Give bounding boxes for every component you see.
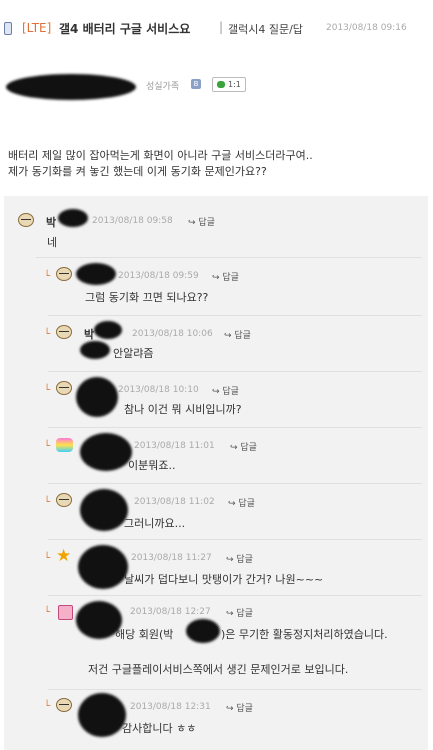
redacted-name [186,619,220,643]
commenter-name: 박 [84,328,95,341]
reply-link[interactable]: ↪ 답글 [212,384,239,397]
post-header: [LTE] 갤4 배터리 구글 서비스요 | 갤럭시4 질문/답 2013/08… [0,18,433,40]
doll-icon [58,605,73,620]
post-date: 2013/08/18 09:16 [326,23,407,33]
comment-date: 2013/08/18 10:06 [132,329,213,339]
author-class: 성실가족 [146,82,180,92]
redacted-name [58,209,88,227]
redacted-name [76,263,116,285]
reply-arrow-icon: └ [44,385,51,396]
network-tag: [LTE] [22,21,52,35]
class-badge-icon: B [191,79,201,89]
comment-item: └ 2013/08/18 11:02 ↪ 답글 그러니까요... [4,483,428,539]
reply-link[interactable]: ↪ 답글 [188,215,215,228]
post-title[interactable]: 갤4 배터리 구글 서비스요 [59,20,190,37]
reply-arrow-icon: └ [44,497,51,508]
reply-link[interactable]: ↪ 답글 [224,328,251,341]
post-body-line: 배터리 제일 많이 잡아먹는게 화면이 아니라 구글 서비스더라구여.. [8,149,313,162]
face-icon [56,698,72,712]
comment-item: └ ★ 2013/08/18 11:27 ↪ 답글 날씨가 덥다보니 맛탱이가 … [4,539,428,595]
comment-count-badge[interactable]: 1:1 [212,77,246,92]
comment-text: )은 무기한 활동정지처리하였습니다. [221,628,388,641]
comment-date: 2013/08/18 10:10 [118,385,199,395]
comment-date: 2013/08/18 09:59 [118,271,199,281]
post-body: 배터리 제일 많이 잡아먹는게 화면이 아니라 구글 서비스더라구여.. 제가 … [8,148,313,180]
comment-text: 네 [47,236,58,249]
comment-item: └ 2013/08/18 09:59 ↪ 답글 그럼 동기화 끄면 되나요?? [4,257,428,315]
comment-text: 참나 이건 뭐 시비입니까? [124,403,242,416]
reply-link[interactable]: ↪ 답글 [230,440,257,453]
reply-arrow-icon: └ [44,329,51,340]
redacted-name [80,489,128,531]
comment-item: 박 2013/08/18 09:58 ↪ 답글 네 [4,196,428,262]
comment-item: └ 박 2013/08/18 10:06 ↪ 답글 안알랴즘 [4,315,428,371]
comment-text: 안알랴즘 [113,347,154,360]
heart-icon [56,438,73,452]
comment-text: 이분뭐죠.. [128,459,176,472]
board-name[interactable]: 갤럭시4 질문/답 [228,21,303,37]
comment-text: 저건 구글플레이서비스쪽에서 생긴 문제인거로 보입니다. [88,663,349,676]
redacted-name [78,545,128,589]
redacted-name [80,433,132,471]
face-icon [56,325,72,339]
comment-date: 2013/08/18 12:27 [130,607,211,617]
comment-item: └ 2013/08/18 11:01 ↪ 답글 이분뭐죠.. [4,427,428,483]
reply-link[interactable]: ↪ 답글 [228,496,255,509]
comment-list: 박 2013/08/18 09:58 ↪ 답글 네 └ 2013/08/18 0… [4,196,428,750]
comment-item: └ 2013/08/18 12:31 ↪ 답글 감사합니다 ㅎㅎ [4,689,428,750]
comment-text: 날씨가 덥다보니 맛탱이가 간거? 나원~~~ [124,573,324,586]
redacted-name [80,341,110,359]
comment-text: 해당 회원(박 [115,628,174,641]
reply-arrow-icon: └ [44,271,51,282]
face-icon [56,267,72,281]
redacted-author-name [6,74,136,100]
reply-arrow-icon: └ [44,553,51,564]
mobile-phone-icon [4,22,12,35]
comment-date: 2013/08/18 12:31 [130,702,211,712]
reply-arrow-icon: └ [44,607,51,618]
reply-arrow-icon: └ [44,701,51,712]
comment-item: └ 2013/08/18 12:27 ↪ 답글 해당 회원(박 )은 무기한 활… [4,595,428,689]
speech-bubble-icon [217,81,225,88]
redacted-name [76,377,118,417]
reply-link[interactable]: ↪ 답글 [212,270,239,283]
reply-link[interactable]: ↪ 답글 [226,606,253,619]
comment-text: 그러니까요... [124,517,186,530]
face-icon [18,213,34,227]
comment-count: 1:1 [228,80,241,89]
commenter-name: 박 [46,216,57,229]
comment-date: 2013/08/18 09:58 [92,216,173,226]
comment-text: 감사합니다 ㅎㅎ [122,722,197,735]
redacted-name [94,321,122,339]
redacted-name [78,693,126,737]
comment-date: 2013/08/18 11:27 [131,553,212,563]
comment-text: 그럼 동기화 끄면 되나요?? [85,291,209,304]
comment-date: 2013/08/18 11:01 [134,441,215,451]
star-icon: ★ [56,546,72,566]
author-row: 성실가족 B 1:1 [0,70,433,100]
face-icon [56,381,72,395]
reply-link[interactable]: ↪ 답글 [226,701,253,714]
reply-link[interactable]: ↪ 답글 [226,552,253,565]
comment-date: 2013/08/18 11:02 [134,497,215,507]
face-icon [56,493,72,507]
title-separator: | [219,20,224,34]
reply-arrow-icon: └ [44,441,51,452]
post-body-line: 제가 동기화를 켜 놓긴 했는데 이게 동기화 문제인가요?? [8,165,267,178]
comment-item: └ 2013/08/18 10:10 ↪ 답글 참나 이건 뭐 시비입니까? [4,371,428,427]
